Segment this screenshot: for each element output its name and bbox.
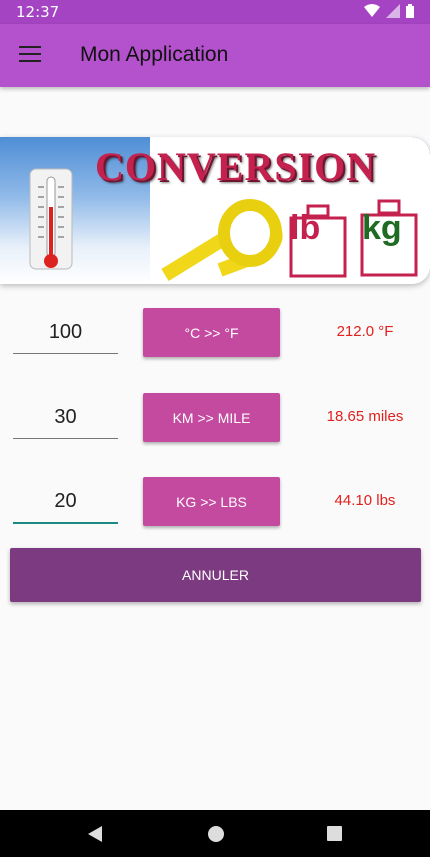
unit-lb-label: lb bbox=[290, 209, 321, 247]
banner-title: CONVERSION bbox=[95, 144, 377, 189]
measuring-tape-icon bbox=[161, 199, 283, 281]
conversion-row-temperature: °C >> °F 212.0 °F bbox=[0, 306, 430, 366]
signal-icon bbox=[386, 4, 400, 18]
km-to-mile-button[interactable]: KM >> MILE bbox=[143, 393, 280, 442]
unit-kg-label: kg bbox=[362, 209, 402, 247]
app-bar: Mon Application bbox=[0, 24, 430, 87]
status-bar: 12:37 bbox=[0, 0, 430, 24]
menu-icon[interactable] bbox=[19, 46, 41, 62]
back-icon[interactable] bbox=[88, 826, 102, 842]
navigation-bar bbox=[0, 810, 430, 857]
kg-to-lbs-button[interactable]: KG >> LBS bbox=[143, 477, 280, 526]
conversion-banner: CONVERSION lb kg bbox=[0, 137, 430, 284]
home-icon[interactable] bbox=[208, 826, 224, 842]
fahrenheit-result: 212.0 °F bbox=[336, 323, 394, 340]
wifi-icon bbox=[364, 4, 380, 17]
celsius-input[interactable] bbox=[13, 311, 118, 354]
conversion-row-weight: KG >> LBS 44.10 lbs bbox=[0, 475, 430, 535]
app-title: Mon Application bbox=[80, 43, 229, 66]
status-icons bbox=[364, 4, 414, 18]
conversion-row-distance: KM >> MILE 18.65 miles bbox=[0, 391, 430, 451]
kg-input[interactable] bbox=[13, 480, 118, 524]
battery-icon bbox=[406, 4, 414, 18]
km-input[interactable] bbox=[13, 396, 118, 439]
celsius-to-fahrenheit-button[interactable]: °C >> °F bbox=[143, 308, 280, 357]
thermometer-icon bbox=[29, 168, 73, 270]
status-time: 12:37 bbox=[16, 3, 60, 21]
recents-icon[interactable] bbox=[327, 826, 342, 841]
cancel-button[interactable]: ANNULER bbox=[10, 548, 421, 602]
lbs-result: 44.10 lbs bbox=[334, 492, 396, 509]
miles-result: 18.65 miles bbox=[326, 408, 404, 425]
